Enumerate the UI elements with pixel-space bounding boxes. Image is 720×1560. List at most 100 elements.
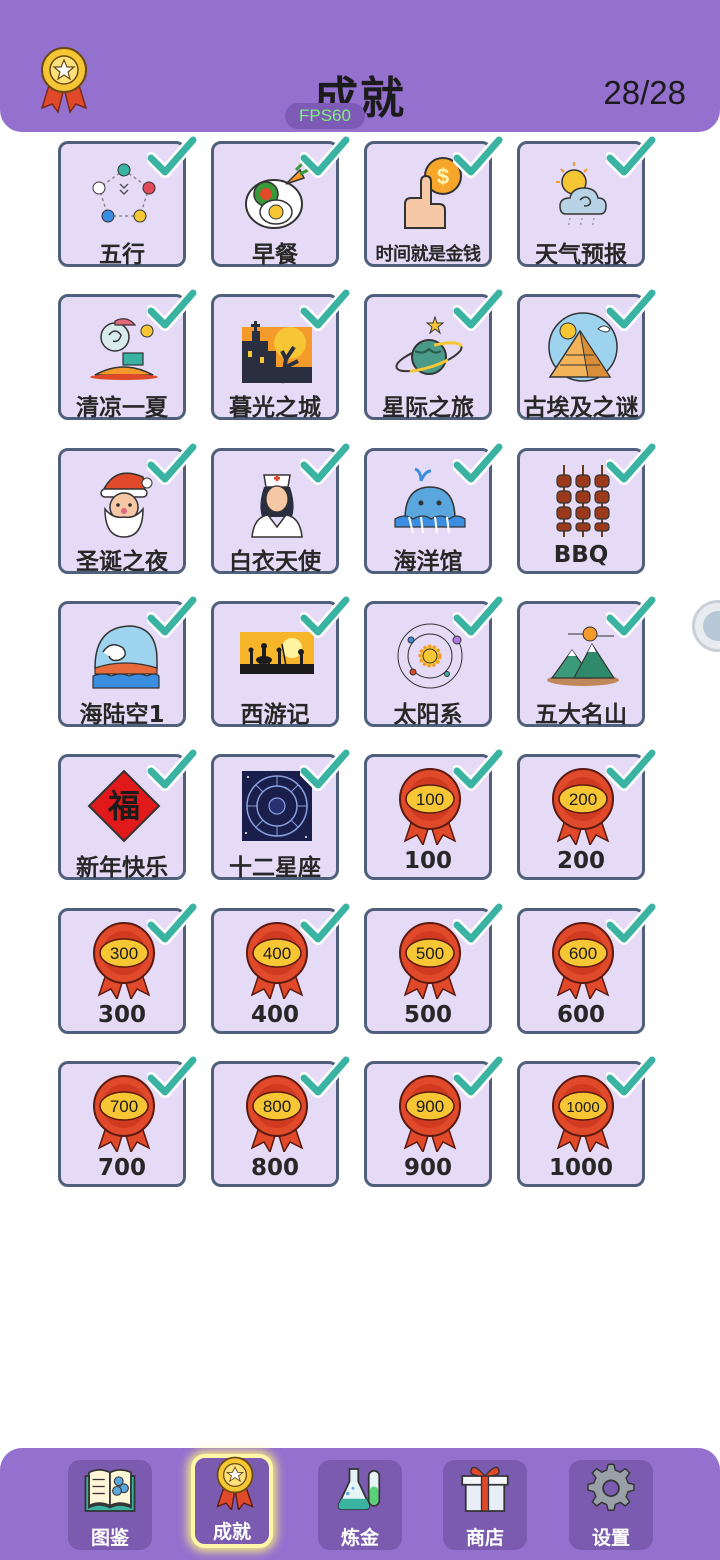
achievement-label: 海陆空1: [79, 702, 165, 728]
achievement-card[interactable]: 100 100: [364, 747, 503, 880]
checkmark-icon: [453, 901, 503, 945]
svg-text:200: 200: [569, 790, 597, 809]
svg-text:300: 300: [110, 944, 138, 963]
checkmark-icon: [453, 287, 503, 331]
svg-text:$: $: [437, 164, 449, 189]
achievement-card[interactable]: $ 时间就是金钱: [364, 134, 503, 267]
nav-tab-codex[interactable]: 图鉴: [68, 1460, 152, 1550]
achievement-card[interactable]: 900 900: [364, 1054, 503, 1187]
checkmark-icon: [147, 594, 197, 638]
gear-icon: [587, 1463, 635, 1511]
achievement-card[interactable]: 福新年快乐: [58, 747, 197, 881]
checkmark-icon: [147, 441, 197, 485]
achievement-label: 白衣天使: [229, 549, 321, 575]
checkmark-icon: [606, 287, 656, 331]
achievement-label: 500: [403, 1002, 452, 1028]
checkmark-icon: [147, 287, 197, 331]
nav-tab-shop[interactable]: 商店: [443, 1460, 527, 1550]
achievement-card[interactable]: 清凉一夏: [58, 287, 197, 421]
achievement-card[interactable]: 海洋馆: [364, 441, 503, 575]
achievement-card[interactable]: 星际之旅: [364, 287, 503, 421]
achievement-card[interactable]: 500 500: [364, 901, 503, 1034]
checkmark-icon: [606, 747, 656, 791]
achievement-label: 200: [556, 848, 605, 874]
achievement-card[interactable]: 600 600: [517, 901, 656, 1034]
achievement-label: 100: [403, 848, 452, 874]
achievement-card[interactable]: 西游记: [211, 594, 350, 728]
nav-tab-alchemy[interactable]: 炼金: [318, 1460, 402, 1550]
achievement-label: 800: [250, 1155, 299, 1181]
achievement-label: 星际之旅: [382, 395, 474, 421]
achievement-label: 时间就是金钱: [375, 244, 482, 265]
checkmark-icon: [300, 594, 350, 638]
achievement-label: 700: [97, 1155, 146, 1181]
checkmark-icon: [606, 1054, 656, 1098]
checkmark-icon: [453, 594, 503, 638]
checkmark-icon: [300, 287, 350, 331]
achievement-label: 西游记: [240, 702, 310, 728]
checkmark-icon: [606, 441, 656, 485]
checkmark-icon: [300, 747, 350, 791]
checkmark-icon: [300, 441, 350, 485]
achievement-label: 五大名山: [535, 702, 627, 728]
svg-text:400: 400: [263, 944, 291, 963]
achievement-label: 600: [556, 1002, 605, 1028]
checkmark-icon: [453, 1054, 503, 1098]
checkmark-icon: [300, 134, 350, 178]
achievement-label: 古埃及之谜: [523, 395, 639, 421]
achievement-label: 1000: [548, 1155, 613, 1181]
achievement-card[interactable]: 300 300: [58, 901, 197, 1034]
achievement-label: 早餐: [252, 242, 298, 268]
achievement-card[interactable]: 800 800: [211, 1054, 350, 1187]
checkmark-icon: [453, 134, 503, 178]
checkmark-icon: [147, 747, 197, 791]
nav-label: 炼金: [340, 1527, 379, 1549]
achievement-card[interactable]: 五行: [58, 134, 197, 268]
achievement-card[interactable]: 400 400: [211, 901, 350, 1034]
svg-text:500: 500: [416, 944, 444, 963]
achievement-card[interactable]: 白衣天使: [211, 441, 350, 575]
achievement-card[interactable]: 暮光之城: [211, 287, 350, 421]
svg-text:800: 800: [263, 1097, 291, 1116]
achievement-card[interactable]: 海陆空1: [58, 594, 197, 728]
achievement-label: 清凉一夏: [76, 395, 168, 421]
achievement-card[interactable]: 700 700: [58, 1054, 197, 1187]
achievement-label: 圣诞之夜: [76, 549, 168, 575]
award-ribbon-icon: [216, 1456, 254, 1510]
achievement-card[interactable]: 天气预报: [517, 134, 656, 268]
nav-tab-settings[interactable]: 设置: [569, 1460, 653, 1550]
nav-tab-achievements[interactable]: 成就: [191, 1454, 273, 1548]
svg-text:900: 900: [416, 1097, 444, 1116]
svg-text:福: 福: [107, 787, 140, 825]
checkmark-icon: [147, 1054, 197, 1098]
achievement-card[interactable]: 1000 1000: [517, 1054, 656, 1187]
gift-icon: [461, 1466, 509, 1512]
achievement-card[interactable]: 十二星座: [211, 747, 350, 881]
checkmark-icon: [147, 134, 197, 178]
book-icon: [84, 1469, 136, 1512]
flask-icon: [337, 1468, 381, 1511]
checkmark-icon: [300, 901, 350, 945]
checkmark-icon: [606, 134, 656, 178]
checkmark-icon: [606, 901, 656, 945]
achievement-card[interactable]: 太阳系: [364, 594, 503, 728]
svg-text:100: 100: [416, 790, 444, 809]
achievement-card[interactable]: 圣诞之夜: [58, 441, 197, 575]
checkmark-icon: [453, 747, 503, 791]
checkmark-icon: [300, 1054, 350, 1098]
achievement-label: 暮光之城: [229, 395, 321, 421]
achievement-card[interactable]: 古埃及之谜: [517, 287, 656, 421]
achievement-label: 300: [97, 1002, 146, 1028]
achievement-card[interactable]: BBQ: [517, 441, 656, 574]
nav-label: 图鉴: [90, 1527, 129, 1549]
achievement-label: 太阳系: [393, 702, 463, 728]
achievement-label: 900: [403, 1155, 452, 1181]
achievement-label: 天气预报: [535, 242, 627, 268]
achievement-card[interactable]: 五大名山: [517, 594, 656, 728]
nav-label: 成就: [212, 1521, 251, 1543]
achievement-card[interactable]: 早餐: [211, 134, 350, 268]
achievement-label: BBQ: [553, 542, 609, 568]
achievement-card[interactable]: 200 200: [517, 747, 656, 880]
achievement-grid: 五行 早餐 $ 时间就是金钱 天气预报 清凉一夏 暮光之城 星际之旅 古埃及之谜…: [0, 0, 720, 1260]
achievements-screen: 成就 28/28 FPS60 五行 早餐 $ 时间就是金钱 天气预报 清凉一夏 …: [0, 0, 720, 1560]
